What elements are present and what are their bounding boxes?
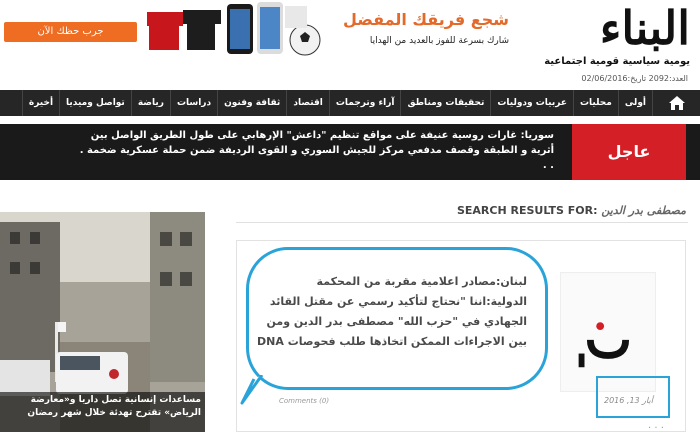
- nav-item-culture[interactable]: ثقافة وفنون: [217, 90, 286, 116]
- article-comments-link[interactable]: Comments (0): [279, 397, 329, 405]
- home-icon: [668, 96, 685, 110]
- nav-item-sports[interactable]: رياضة: [130, 90, 170, 116]
- callout-tail: [240, 375, 264, 405]
- issue-info: العدد:2092 تاريخ:02/06/2016: [581, 74, 688, 83]
- ad-title: شجع فريقك المفضل: [343, 10, 509, 29]
- nav-item-economy[interactable]: اقتصاد: [286, 90, 329, 116]
- ad-subtitle: شارك بسرعة للفوز بالعديد من الهدايا: [369, 36, 509, 46]
- nav-item-opinions[interactable]: آراء وترجمات: [328, 90, 401, 116]
- nav-item-studies[interactable]: دراسات: [169, 90, 217, 116]
- breaking-label: عاجل: [572, 124, 686, 180]
- logo-tagline: يومية سياسية قومية اجتماعية: [544, 56, 690, 67]
- search-results-heading: SEARCH RESULTS FOR: مصطفى بدر الدين: [457, 204, 686, 217]
- heading-divider: [236, 222, 688, 223]
- article-excerpt-callout[interactable]: لبنان:مصادر اعلامية مقربة من المحكمة الد…: [246, 247, 548, 390]
- nav-item-last[interactable]: أخيرة: [21, 90, 59, 116]
- nav-item-local[interactable]: محليات: [572, 90, 618, 116]
- search-results-prefix: SEARCH RESULTS FOR:: [456, 204, 598, 217]
- article-thumbnail[interactable]: [560, 272, 656, 392]
- site-header: البناء يومية سياسية قومية اجتماعية العدد…: [0, 0, 700, 86]
- nav-item-investigations[interactable]: تحقيقات ومناطق: [400, 90, 490, 116]
- article-more[interactable]: . . .: [648, 420, 664, 431]
- nav-home[interactable]: [652, 90, 700, 116]
- featured-photo[interactable]: مساعدات إنسانية تصل داريا و«معارضة الريا…: [0, 212, 205, 432]
- article-date: أيار 13, 2016: [604, 396, 653, 405]
- ad-banner[interactable]: شجع فريقك المفضل شارك بسرعة للفوز بالعدي…: [147, 0, 517, 64]
- nav-item-arab-intl[interactable]: عربيات ودوليات: [490, 90, 573, 116]
- site-logo[interactable]: البناء يومية سياسية قومية اجتماعية: [540, 1, 691, 72]
- logo-wordmark: البناء: [599, 1, 691, 55]
- breaking-news-bar: عاجل سوريا: غارات روسية عنيفة على مواقع …: [0, 124, 700, 180]
- nav-item-media[interactable]: تواصل وميديا: [59, 90, 131, 116]
- featured-photo-caption[interactable]: مساعدات إنسانية تصل داريا و«معارضة الريا…: [0, 392, 205, 432]
- breaking-text[interactable]: سوريا: غارات روسية عنيفة على مواقع تنظيم…: [74, 128, 554, 173]
- try-luck-button[interactable]: جرب حظك الآن: [4, 22, 137, 42]
- article-excerpt[interactable]: لبنان:مصادر اعلامية مقربة من المحكمة الد…: [257, 272, 527, 352]
- search-query: مصطفى بدر الدين: [601, 204, 686, 217]
- ad-products-image: [147, 2, 321, 56]
- nav-item-front[interactable]: أولى: [617, 90, 652, 116]
- main-nav: أولى محليات عربيات ودوليات تحقيقات ومناط…: [0, 90, 700, 116]
